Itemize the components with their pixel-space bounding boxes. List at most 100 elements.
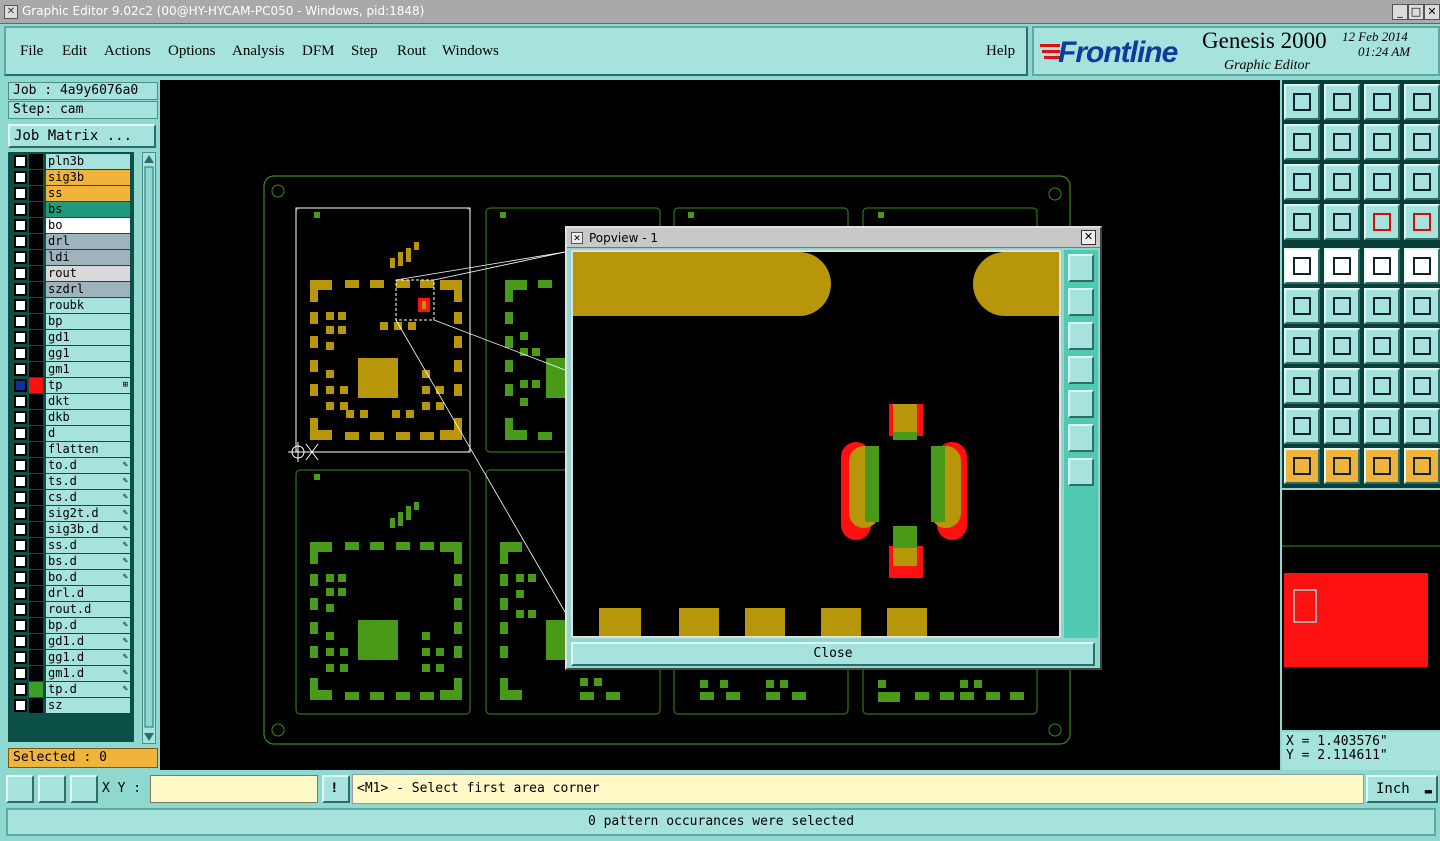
layer-name[interactable]: cs.d ✎ [46, 490, 130, 505]
layer-color-swatch[interactable] [29, 634, 43, 649]
layer-name[interactable]: dkb [46, 410, 130, 425]
layer-row[interactable]: bp [12, 314, 134, 329]
select-area-icon[interactable] [6, 775, 34, 803]
panel-icon[interactable] [1404, 84, 1440, 120]
help-icon[interactable] [1404, 164, 1440, 200]
layer-checkbox[interactable] [14, 683, 27, 696]
layer-name[interactable]: tp.d ✎ [46, 682, 130, 697]
layer-name[interactable]: roubk [46, 298, 130, 313]
layer-name[interactable]: drl [46, 234, 130, 249]
layer-row[interactable]: gg1.d ✎ [12, 650, 134, 665]
circle-icon[interactable] [1404, 248, 1440, 284]
layer-row[interactable]: bp.d ✎ [12, 618, 134, 633]
xy-input[interactable] [150, 775, 318, 803]
menu-options[interactable]: Options [168, 43, 216, 60]
layer-row[interactable]: flatten [12, 442, 134, 457]
layer-color-swatch[interactable] [29, 362, 43, 377]
menu-rout[interactable]: Rout [397, 43, 426, 60]
layer-color-swatch[interactable] [29, 506, 43, 521]
fit-icon[interactable] [1284, 164, 1320, 200]
layer-name[interactable]: sig3b [46, 170, 130, 185]
layer-checkbox[interactable] [14, 267, 27, 280]
layer-color-swatch[interactable] [29, 378, 43, 393]
measure-icon[interactable] [38, 775, 66, 803]
layer-name[interactable]: bp.d ✎ [46, 618, 130, 633]
layer-checkbox[interactable] [14, 395, 27, 408]
layer-checkbox[interactable] [14, 619, 27, 632]
snap-red-icon[interactable] [1404, 204, 1440, 240]
layer-name[interactable]: to.d ✎ [46, 458, 130, 473]
layer-color-swatch[interactable] [29, 602, 43, 617]
layer-row[interactable]: bo.d ✎ [12, 570, 134, 585]
layer-row[interactable]: pln3b [12, 154, 134, 169]
mirror-icon[interactable] [1404, 328, 1440, 364]
menu-windows[interactable]: Windows [442, 43, 499, 60]
layer-color-swatch[interactable] [29, 682, 43, 697]
layer-color-swatch[interactable] [29, 410, 43, 425]
layer-color-swatch[interactable] [29, 698, 43, 713]
layer-name[interactable]: sig2t.d ✎ [46, 506, 130, 521]
layer-row[interactable]: to.d ✎ [12, 458, 134, 473]
layer-row[interactable]: roubk [12, 298, 134, 313]
layer-color-swatch[interactable] [29, 218, 43, 233]
layer-checkbox[interactable] [14, 603, 27, 616]
layer-name[interactable]: bp [46, 314, 130, 329]
layer-name[interactable]: bo [46, 218, 130, 233]
layer-name[interactable]: bo.d ✎ [46, 570, 130, 585]
layer-checkbox[interactable] [14, 667, 27, 680]
layer-name[interactable]: ss [46, 186, 130, 201]
layer-checkbox[interactable] [14, 363, 27, 376]
layer-row[interactable]: tp.d ✎ [12, 682, 134, 697]
layer-name[interactable]: sig3b.d ✎ [46, 522, 130, 537]
select-icon[interactable] [1284, 248, 1320, 284]
popview-up-icon[interactable] [1068, 288, 1094, 316]
layer-color-swatch[interactable] [29, 202, 43, 217]
layer-name[interactable]: gd1.d ✎ [46, 634, 130, 649]
layer-row[interactable]: tp ⊞ [12, 378, 134, 393]
layer-row[interactable]: bo [12, 218, 134, 233]
layer-color-swatch[interactable] [29, 666, 43, 681]
layer-row[interactable]: gg1 [12, 346, 134, 361]
layer-checkbox[interactable] [14, 379, 27, 392]
layer-color-swatch[interactable] [29, 490, 43, 505]
layer-scrollbar[interactable] [142, 152, 156, 744]
layer-checkbox[interactable] [14, 283, 27, 296]
menu-step[interactable]: Step [351, 43, 378, 60]
layer-checkbox[interactable] [14, 475, 27, 488]
layer-name[interactable]: flatten [46, 442, 130, 457]
layer-name[interactable]: d [46, 426, 130, 441]
popview-close-icon[interactable]: ✕ [1081, 230, 1096, 245]
layer-row[interactable]: bs.d ✎ [12, 554, 134, 569]
pointer-circle-icon[interactable] [1364, 448, 1400, 484]
layer-checkbox[interactable] [14, 235, 27, 248]
draw-icon[interactable] [1324, 248, 1360, 284]
layer-checkbox[interactable] [14, 299, 27, 312]
pointer-net-icon[interactable] [1404, 448, 1440, 484]
layer-row[interactable]: gm1.d ✎ [12, 666, 134, 681]
layer-row[interactable]: sig3b [12, 170, 134, 185]
layer-checkbox[interactable] [14, 651, 27, 664]
grid-icon[interactable] [1324, 204, 1360, 240]
units-select[interactable]: Inch ▬ [1366, 775, 1438, 803]
layer-row[interactable]: ss [12, 186, 134, 201]
layer-checkbox[interactable] [14, 203, 27, 216]
layer-color-swatch[interactable] [29, 298, 43, 313]
layer-name[interactable]: bs [46, 202, 130, 217]
layer-checkbox[interactable] [14, 155, 27, 168]
layer-name[interactable]: dkt [46, 394, 130, 409]
layer-color-swatch[interactable] [29, 618, 43, 633]
layer-checkbox[interactable] [14, 555, 27, 568]
triangle1-icon[interactable] [1284, 408, 1320, 444]
pan-icon[interactable] [1324, 164, 1360, 200]
layer-row[interactable]: sig3b.d ✎ [12, 522, 134, 537]
layer-row[interactable]: sig2t.d ✎ [12, 506, 134, 521]
triangle2-icon[interactable] [1324, 408, 1360, 444]
width-icon[interactable] [1364, 368, 1400, 404]
ruler-icon[interactable] [1364, 248, 1400, 284]
layer-checkbox[interactable] [14, 523, 27, 536]
popview-left-icon[interactable] [1068, 356, 1094, 384]
layer-color-swatch[interactable] [29, 586, 43, 601]
layer-checkbox[interactable] [14, 507, 27, 520]
menu-help[interactable]: Help [986, 43, 1015, 60]
snap-icon[interactable] [1364, 204, 1400, 240]
